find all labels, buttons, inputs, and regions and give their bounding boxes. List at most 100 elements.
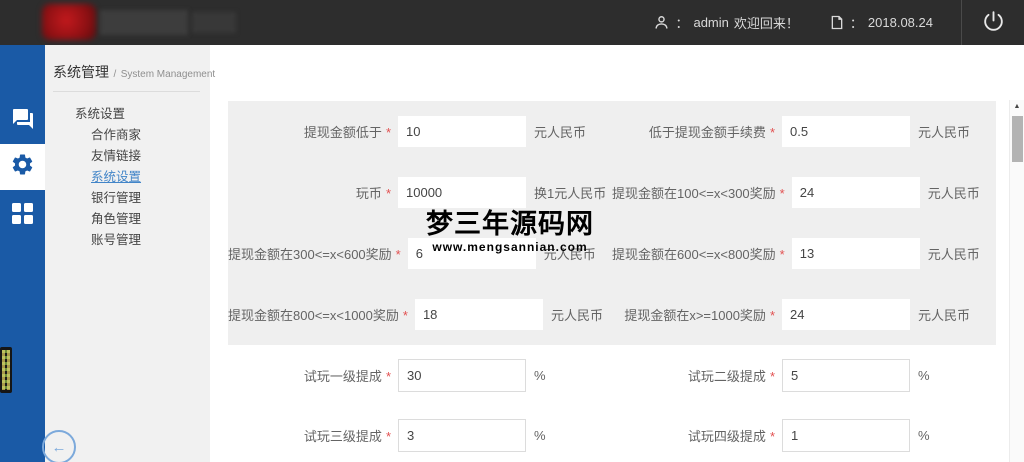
field-label: 试玩四级提成 * [687,428,775,444]
trial-commission-panel: 试玩一级提成* % 试玩二级提成* % 试玩三级提成* % 试玩四级提成* [228,345,996,462]
form-field: 试玩四级提成* % [612,418,996,452]
required-asterisk: * [769,428,775,444]
form-row: 玩币* 换1元人民币 提现金额在100<=x<300奖励* 元人民币 [228,162,996,223]
form-field: 试玩二级提成* % [612,358,996,392]
user-colon: ： [675,16,689,31]
field-suffix: 元人民币 [918,125,971,140]
power-icon [981,9,1006,37]
field-label: 提现金额低于 * [303,125,391,140]
field-label: 试玩一级提成 * [303,368,391,384]
form-row: 提现金额在800<=x<1000奖励* 元人民币 提现金额在x>=1000奖励*… [228,284,996,345]
field-input[interactable] [782,418,910,452]
field-input[interactable] [782,358,910,392]
form-field: 提现金额在x>=1000奖励* 元人民币 [612,299,996,330]
username: admin [693,15,729,30]
field-input[interactable] [414,299,543,330]
form-row: 提现金额低于* 元人民币 低于提现金额手续费* 元人民币 [228,101,996,162]
main-content: 提现金额低于* 元人民币 低于提现金额手续费* 元人民币 玩币* 换1元人民币 [210,45,1024,462]
date-value: 2018.08.24 [867,15,933,30]
field-input[interactable] [791,238,920,269]
field-label: 提现金额在100<=x<300奖励 * [612,186,785,201]
form-field: 提现金额在300<=x<600奖励* 元人民币 [228,238,612,269]
form-field: 玩币* 换1元人民币 [228,177,612,208]
form-row: 试玩一级提成* % 试玩二级提成* % [228,345,996,405]
rail-item-messages[interactable] [0,98,45,144]
sidebar-item-role-management[interactable]: 角色管理 [45,209,210,230]
required-asterisk: * [769,308,775,323]
site-logo [0,0,250,45]
user-icon [653,14,670,31]
header-right: ： admin 欢迎回来！ ： 2018.08.24 [653,0,1024,45]
menu-title: 系统管理 [53,64,109,80]
form-field: 提现金额低于* 元人民币 [228,116,612,147]
user-status: ： admin 欢迎回来！ [653,13,799,32]
scrollbar-up-icon[interactable]: ▲ [1010,100,1024,113]
chat-icon [11,107,35,136]
field-label: 提现金额在x>=1000奖励 * [624,308,775,323]
rail-item-settings[interactable] [0,144,45,190]
withdraw-settings-panel: 提现金额低于* 元人民币 低于提现金额手续费* 元人民币 玩币* 换1元人民币 [228,101,996,345]
field-suffix: 换1元人民币 [534,186,607,201]
form-field: 提现金额在100<=x<300奖励* 元人民币 [612,177,996,208]
field-label: 试玩二级提成 * [687,368,775,384]
field-input[interactable] [398,358,526,392]
gear-icon [10,152,35,182]
sidebar-item-bank-management[interactable]: 银行管理 [45,188,210,209]
field-label: 提现金额在800<=x<1000奖励 * [228,308,408,323]
sidebar-item-system-settings[interactable]: 系统设置 [45,167,210,188]
field-input[interactable] [398,116,526,147]
required-asterisk: * [385,186,391,201]
field-label: 提现金额在600<=x<800奖励 * [612,247,785,262]
menu-list: 系统设置 合作商家 友情链接 系统设置 银行管理 角色管理 账号管理 [45,92,210,251]
menu-header: 系统管理 / System Management [53,45,215,92]
field-suffix: % [918,367,930,383]
sidebar-item-friend-links[interactable]: 友情链接 [45,146,210,167]
field-suffix: % [534,427,546,443]
required-asterisk: * [402,308,408,323]
field-input[interactable] [791,177,920,208]
field-suffix: 元人民币 [543,247,596,262]
required-asterisk: * [769,368,775,384]
menu-subtitle: System Management [120,69,216,80]
sidebar-item-account-management[interactable]: 账号管理 [45,230,210,251]
field-input[interactable] [398,177,526,208]
menu-title-divider: / [113,69,117,80]
form-field: 提现金额在600<=x<800奖励* 元人民币 [612,238,996,269]
rail-item-apps[interactable] [0,190,45,236]
calendar-icon [829,14,845,31]
overlay-widget [0,347,12,393]
field-label: 玩币 * [355,186,391,201]
field-input[interactable] [782,299,910,330]
required-asterisk: * [395,247,401,262]
form-field: 试玩三级提成* % [228,418,612,452]
logo-text-block [100,10,188,35]
top-header: ： admin 欢迎回来！ ： 2018.08.24 [0,0,1024,45]
sidebar-item-partners[interactable]: 合作商家 [45,125,210,146]
form-field: 低于提现金额手续费* 元人民币 [612,116,996,147]
scrollbar-thumb[interactable] [1011,116,1023,162]
required-asterisk: * [385,125,391,140]
field-label: 提现金额在300<=x<600奖励 * [228,247,401,262]
form-field: 提现金额在800<=x<1000奖励* 元人民币 [228,299,612,330]
field-input[interactable] [407,238,536,269]
form-field: 试玩一级提成* % [228,358,612,392]
field-label: 低于提现金额手续费 * [648,125,775,140]
admin-app: ： admin 欢迎回来！ ： 2018.08.24 ← 系统管理 / Syst… [0,0,1024,462]
field-suffix: 元人民币 [918,308,971,323]
logo-text-block-2 [192,12,236,33]
field-suffix: 元人民币 [927,186,980,201]
sidebar-item-system-settings-group[interactable]: 系统设置 [45,104,210,125]
field-input[interactable] [398,418,526,452]
logo-red-mark [42,4,96,40]
field-suffix: % [918,427,930,443]
sidebar-menu: 系统管理 / System Management 系统设置 合作商家 友情链接 … [45,45,215,462]
field-suffix: 元人民币 [927,247,980,262]
back-icon: ← [51,438,67,456]
required-asterisk: * [779,247,785,262]
field-label: 试玩三级提成 * [303,428,391,444]
field-input[interactable] [782,116,910,147]
logout-button[interactable] [961,0,1024,45]
date-colon: ： [849,16,863,31]
required-asterisk: * [769,125,775,140]
back-button[interactable]: ← [42,430,76,462]
